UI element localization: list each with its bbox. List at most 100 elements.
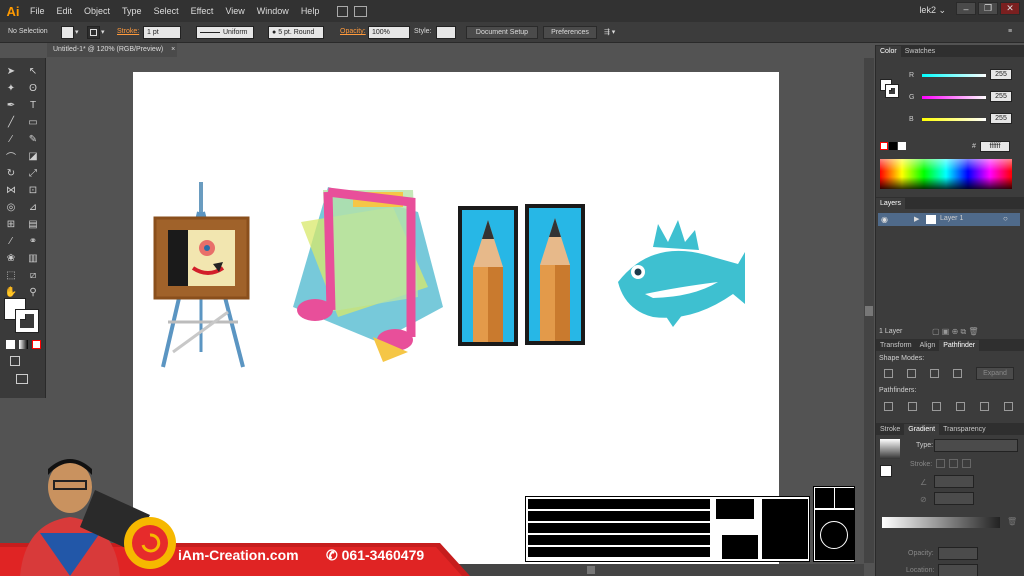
merge-icon[interactable] xyxy=(932,402,941,411)
layer-name[interactable]: Layer 1 xyxy=(940,215,963,222)
gradient-location-field[interactable] xyxy=(938,564,978,576)
delete-stop-icon[interactable]: 🗑 xyxy=(1007,517,1017,526)
stroke-across-icon[interactable] xyxy=(962,459,971,468)
opacity-field[interactable]: 100% xyxy=(368,26,410,39)
paintbrush-icon[interactable]: ∕ xyxy=(4,132,18,146)
g-slider[interactable] xyxy=(922,96,986,99)
layer-actions-icons[interactable]: ▢ ▣ ⊕ ⧉ 🗑 xyxy=(932,327,979,337)
selection-tool-icon[interactable]: ➤ xyxy=(4,64,18,78)
expand-arrow-icon[interactable]: ▶ xyxy=(914,215,919,223)
fill-swatch[interactable] xyxy=(61,26,74,39)
layer-row[interactable]: ◉ ▶ Layer 1 ○ xyxy=(878,213,1020,226)
blob-brush-icon[interactable]: ⌒ xyxy=(4,149,18,164)
pencil-icon[interactable]: ✎ xyxy=(26,132,40,146)
b-slider[interactable] xyxy=(922,118,986,121)
mesh-icon[interactable]: ⊞ xyxy=(4,217,18,231)
graph-tool-icon[interactable]: ▥ xyxy=(26,251,40,265)
exclude-icon[interactable] xyxy=(953,369,962,378)
draw-mode-icon[interactable] xyxy=(10,356,20,366)
tab-align[interactable]: Align xyxy=(916,340,940,351)
rotate-icon[interactable]: ↻ xyxy=(4,166,18,180)
rectangle-tool-icon[interactable]: ▭ xyxy=(26,115,40,129)
white-swatch[interactable] xyxy=(898,142,906,150)
eye-icon[interactable]: ◉ xyxy=(881,215,888,224)
stroke-within-icon[interactable] xyxy=(936,459,945,468)
pencils-artwork[interactable] xyxy=(458,204,585,346)
minus-back-icon[interactable] xyxy=(1004,402,1013,411)
menu-object[interactable]: Object xyxy=(78,6,116,16)
tab-stroke[interactable]: Stroke xyxy=(876,424,904,435)
outline-icon[interactable] xyxy=(980,402,989,411)
close-icon[interactable]: × xyxy=(171,46,175,53)
document-tab[interactable]: Untitled-1* @ 120% (RGB/Preview) × xyxy=(47,43,177,57)
type-tool-icon[interactable]: T xyxy=(26,98,40,112)
stroke-color-swatch[interactable] xyxy=(15,309,39,333)
scale-icon[interactable]: ⤢ xyxy=(26,166,40,180)
opacity-label[interactable]: Opacity: xyxy=(340,28,366,35)
black-swatch[interactable] xyxy=(889,142,897,150)
color-stroke-proxy[interactable] xyxy=(885,84,899,98)
preferences-button[interactable]: Preferences xyxy=(543,26,597,39)
menu-file[interactable]: File xyxy=(24,6,51,16)
hand-tool-icon[interactable]: ✋ xyxy=(4,285,18,299)
tab-gradient[interactable]: Gradient xyxy=(904,424,940,435)
menu-select[interactable]: Select xyxy=(148,6,185,16)
r-value-field[interactable]: 255 xyxy=(990,69,1012,80)
minimize-button[interactable]: – xyxy=(956,2,976,15)
stroke-weight-field[interactable]: 1 pt xyxy=(143,26,181,39)
gradient-tool-icon[interactable]: ▤ xyxy=(26,217,40,231)
b-value-field[interactable]: 255 xyxy=(990,113,1012,124)
perspective-grid-icon[interactable]: ⊿ xyxy=(26,200,40,214)
tab-pathfinder[interactable]: Pathfinder xyxy=(939,340,980,351)
blend-icon[interactable]: ⚭ xyxy=(26,234,40,248)
unite-icon[interactable] xyxy=(884,369,893,378)
pen-tool-icon[interactable]: ✒ xyxy=(4,98,18,112)
tab-layers[interactable]: Layers xyxy=(876,198,906,209)
gradient-opacity-field[interactable] xyxy=(938,547,978,560)
menu-effect[interactable]: Effect xyxy=(185,6,220,16)
stroke-swatch[interactable] xyxy=(87,26,100,39)
line-tool-icon[interactable]: ╱ xyxy=(4,115,18,129)
intersect-icon[interactable] xyxy=(930,369,939,378)
symbol-sprayer-icon[interactable]: ❀ xyxy=(4,251,18,265)
screen-mode-icon[interactable] xyxy=(16,374,28,384)
music-note-artwork[interactable] xyxy=(293,187,443,362)
chevron-down-icon[interactable]: ▾ xyxy=(101,28,105,36)
document-setup-button[interactable]: Document Setup xyxy=(466,26,538,39)
menu-type[interactable]: Type xyxy=(116,6,148,16)
free-transform-icon[interactable]: ⊡ xyxy=(26,183,40,197)
gradient-fill-proxy[interactable] xyxy=(880,465,892,477)
graphic-style-swatch[interactable] xyxy=(436,26,456,39)
fish-artwork[interactable] xyxy=(618,220,745,327)
vertical-scrollbar[interactable] xyxy=(864,58,874,563)
expand-button[interactable]: Expand xyxy=(976,367,1014,380)
workspace-switcher[interactable]: lek2 ⌄ xyxy=(919,5,946,16)
aspect-ratio-field[interactable] xyxy=(934,492,974,505)
menu-help[interactable]: Help xyxy=(295,6,326,16)
slice-tool-icon[interactable]: ⧄ xyxy=(26,268,40,282)
eraser-icon[interactable]: ◪ xyxy=(26,149,40,163)
brush-definition[interactable]: ● 5 pt. Round xyxy=(268,26,324,39)
color-mode-buttons[interactable] xyxy=(6,340,41,349)
trim-icon[interactable] xyxy=(908,402,917,411)
eyedropper-icon[interactable]: ⁄ xyxy=(4,234,18,248)
tab-transparency[interactable]: Transparency xyxy=(939,424,990,435)
shape-builder-icon[interactable]: ◎ xyxy=(4,200,18,214)
minus-front-icon[interactable] xyxy=(907,369,916,378)
gradient-preview[interactable] xyxy=(880,439,900,459)
variable-width-profile[interactable]: Uniform xyxy=(196,26,254,39)
width-tool-icon[interactable]: ⋈ xyxy=(4,183,18,197)
bridge-icon[interactable] xyxy=(337,5,349,17)
angle-field[interactable] xyxy=(934,475,974,488)
close-button[interactable]: ✕ xyxy=(1000,2,1020,15)
maximize-button[interactable]: ❐ xyxy=(978,2,998,15)
tab-color[interactable]: Color xyxy=(876,46,901,57)
menu-view[interactable]: View xyxy=(219,6,250,16)
artboard-tool-icon[interactable]: ⬚ xyxy=(4,268,18,282)
arrange-documents-icon[interactable] xyxy=(354,5,368,17)
tab-transform[interactable]: Transform xyxy=(876,340,916,351)
divide-icon[interactable] xyxy=(884,402,893,411)
menu-window[interactable]: Window xyxy=(251,6,295,16)
stroke-along-icon[interactable] xyxy=(949,459,958,468)
arrange-icon[interactable]: ⇶ ▾ xyxy=(604,28,615,36)
